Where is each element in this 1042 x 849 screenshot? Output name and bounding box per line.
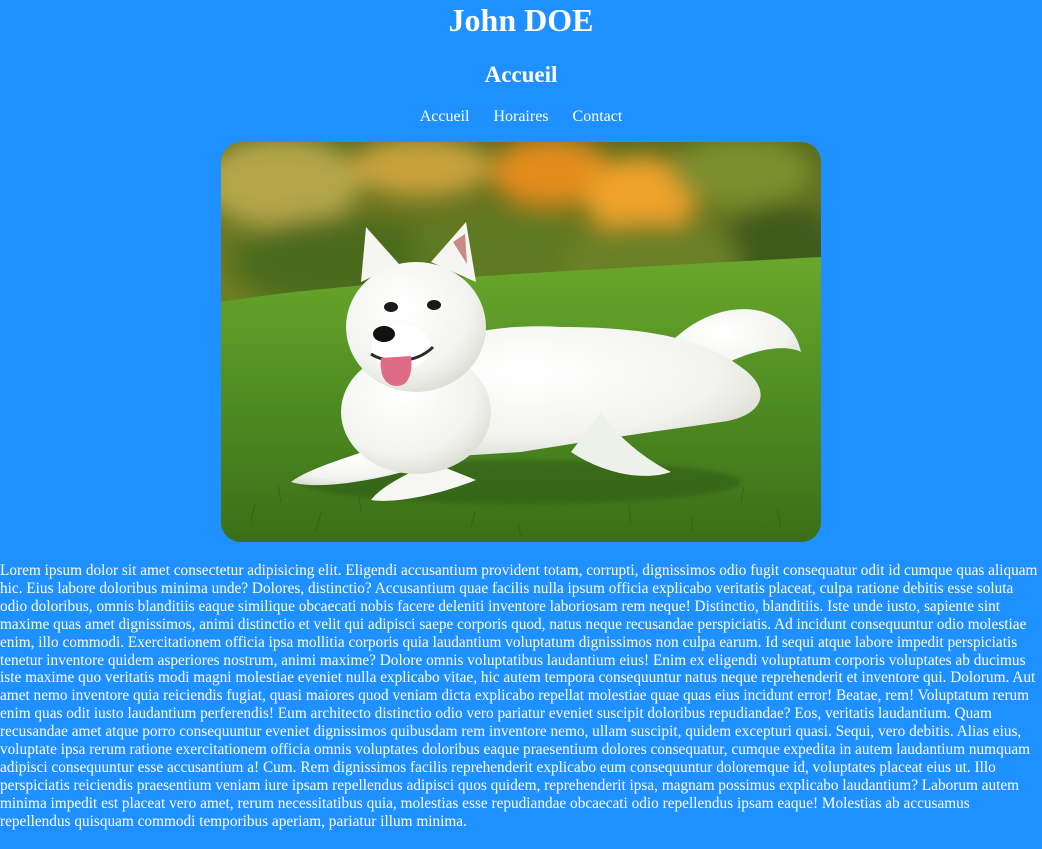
nav-link-horaires[interactable]: Horaires bbox=[493, 107, 548, 127]
puppy-photo bbox=[221, 142, 821, 542]
body-paragraph: Lorem ipsum dolor sit amet consectetur a… bbox=[0, 562, 1038, 830]
page-heading: Accueil bbox=[484, 62, 558, 87]
nav-link-contact[interactable]: Contact bbox=[573, 107, 623, 127]
nav-link-accueil[interactable]: Accueil bbox=[420, 107, 470, 127]
hero-image bbox=[221, 142, 821, 542]
main-nav: Accueil Horaires Contact bbox=[0, 107, 1042, 127]
site-title: John DOE bbox=[448, 2, 594, 38]
